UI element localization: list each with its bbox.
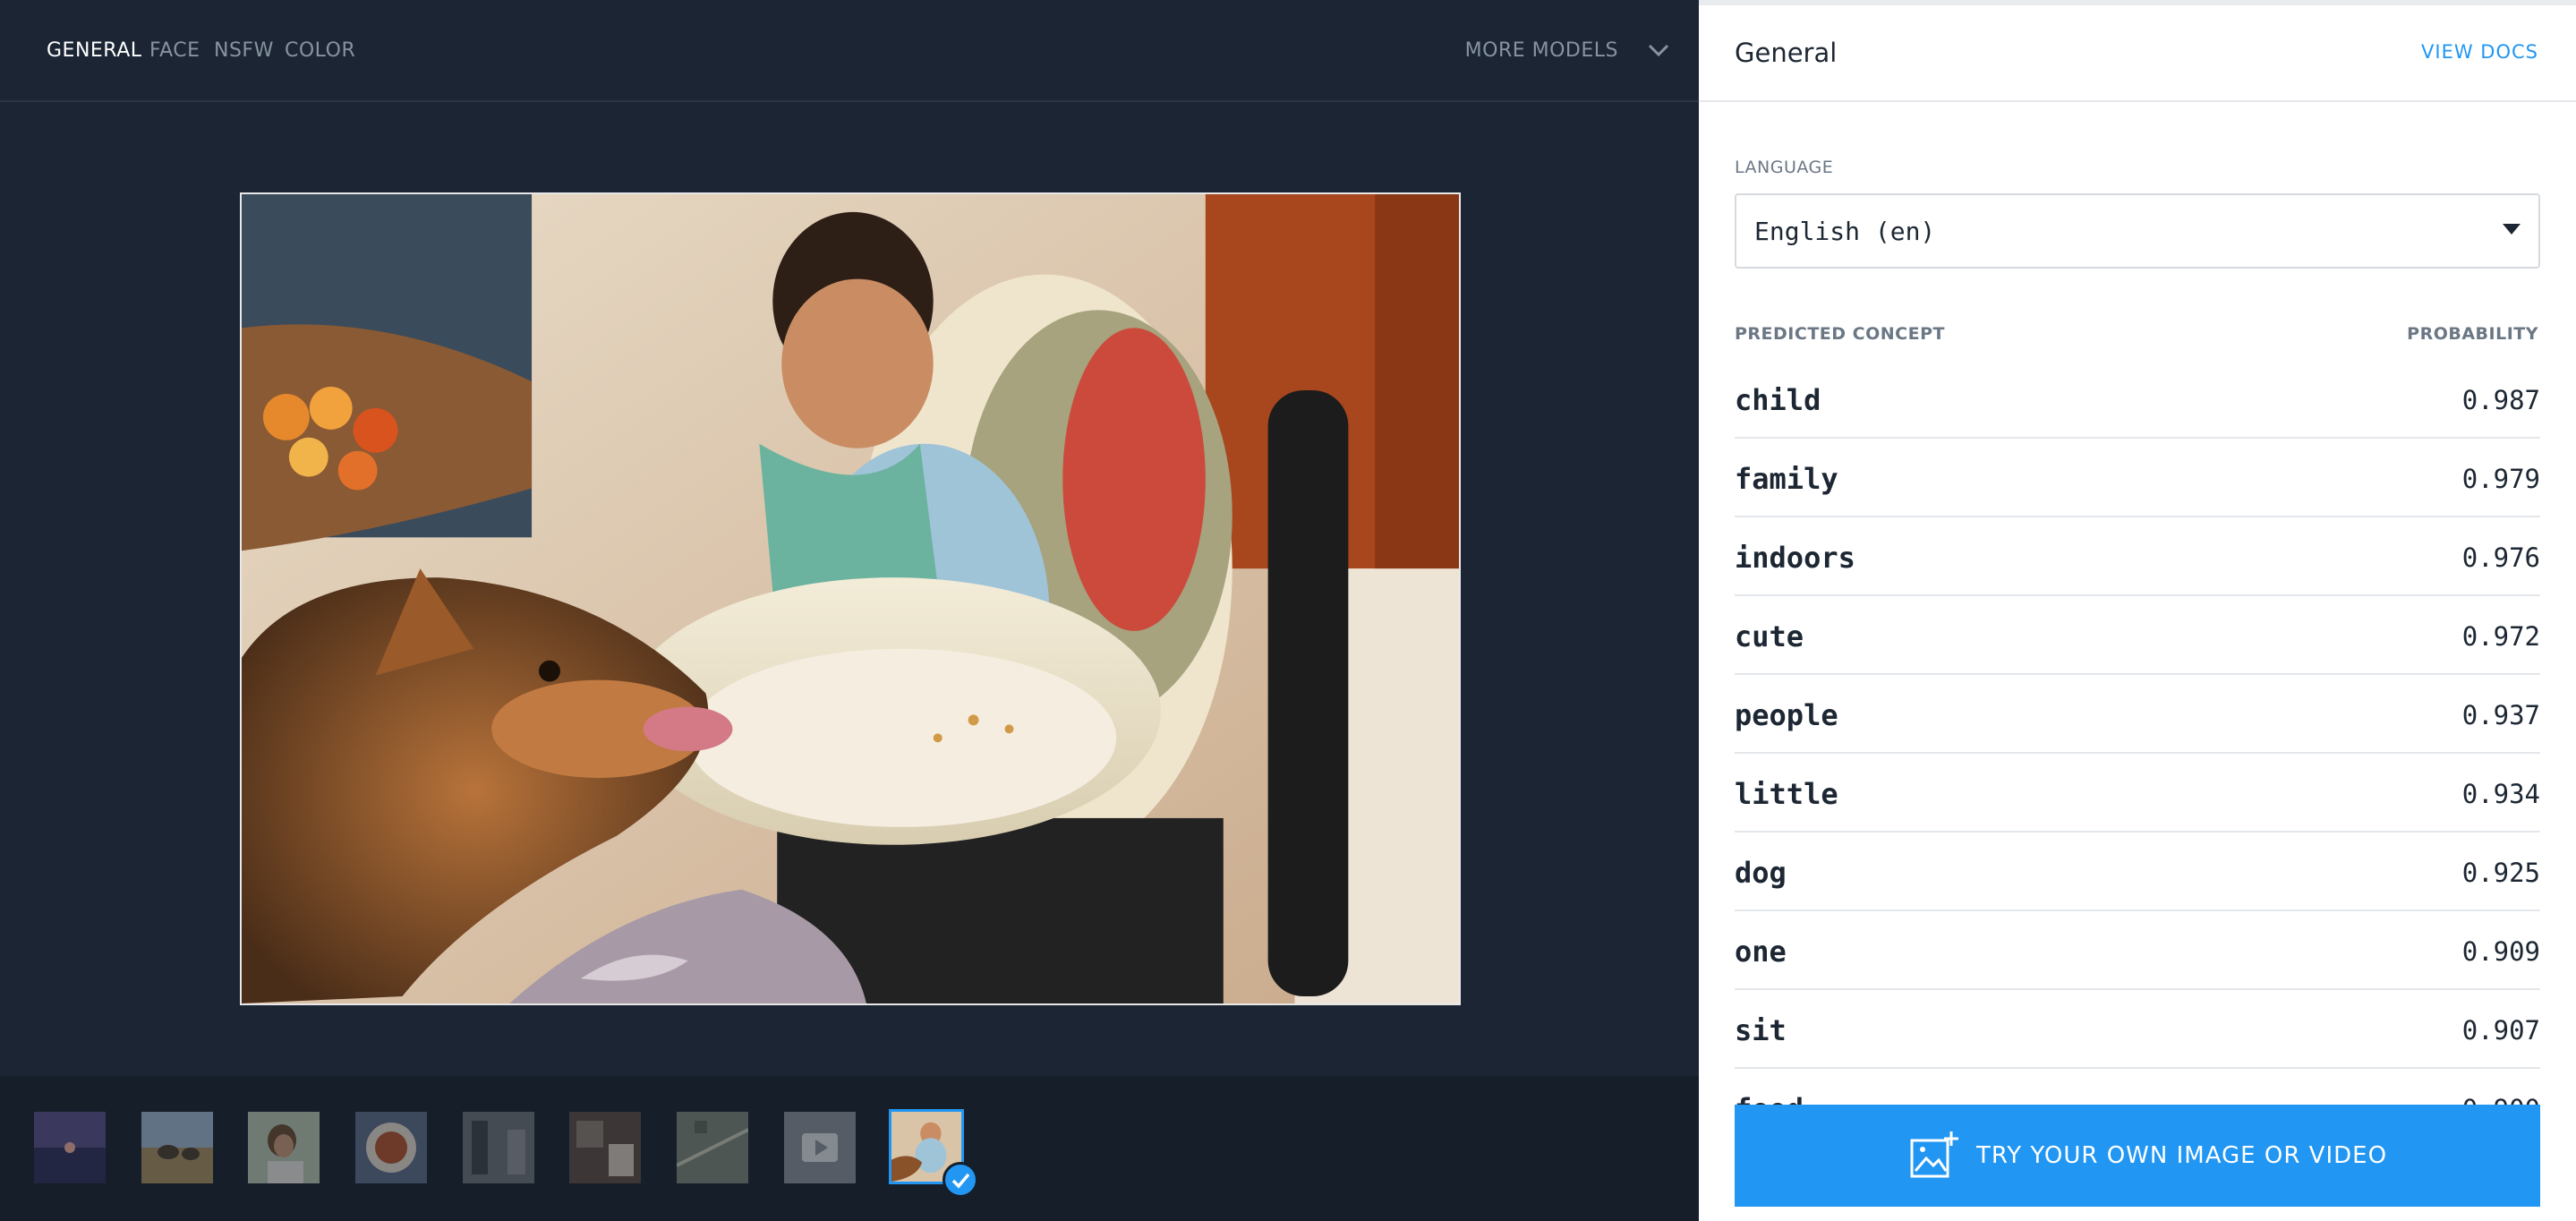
concept-name: cute: [1735, 619, 1804, 653]
table-row: indoors 0.976: [1735, 517, 2540, 596]
concept-name: sit: [1735, 1013, 1787, 1047]
model-tabs-bar: GENERAL FACE NSFW COLOR MORE MODELS: [0, 0, 1699, 102]
thumbnail-food-plate[interactable]: [355, 1112, 427, 1183]
concept-name: child: [1735, 383, 1821, 417]
concept-name: people: [1735, 698, 1838, 732]
concept-name: one: [1735, 935, 1787, 969]
tab-face[interactable]: FACE: [149, 39, 200, 62]
table-row: child 0.987: [1735, 360, 2540, 439]
chevron-down-icon[interactable]: [1645, 38, 1672, 63]
concept-probability: 0.987: [2461, 385, 2540, 415]
column-header-probability: PROBABILITY: [2407, 324, 2538, 344]
thumbnail-woman-portrait[interactable]: [248, 1112, 320, 1183]
add-image-icon: [1910, 1131, 1958, 1178]
language-select[interactable]: English (en): [1735, 193, 2540, 269]
panel-header: General VIEW DOCS: [1699, 5, 2576, 102]
panel-title: General: [1735, 38, 1838, 68]
thumbnail-video[interactable]: [784, 1112, 856, 1183]
concept-probability: 0.907: [2461, 1015, 2540, 1046]
concept-probability: 0.937: [2461, 700, 2540, 730]
check-icon: [943, 1162, 978, 1198]
try-button-label: TRY YOUR OWN IMAGE OR VIDEO: [1976, 1142, 2388, 1169]
table-row: one 0.909: [1735, 911, 2540, 990]
column-header-concept: PREDICTED CONCEPT: [1735, 324, 1945, 344]
concept-name: family: [1735, 462, 1838, 496]
language-value: English (en): [1754, 217, 1936, 246]
concept-probability: 0.934: [2461, 779, 2540, 809]
thumbnail-strip: [0, 1076, 1699, 1221]
concept-list: child 0.987 family 0.979 indoors 0.976 c…: [1735, 360, 2540, 1148]
concept-probability: 0.976: [2461, 542, 2540, 573]
tab-nsfw[interactable]: NSFW: [214, 39, 274, 62]
image-viewer-pane: GENERAL FACE NSFW COLOR MORE MODELS: [0, 0, 1699, 1221]
concept-probability: 0.979: [2461, 464, 2540, 494]
predictions-panel: General VIEW DOCS LANGUAGE English (en) …: [1699, 0, 2576, 1221]
thumbnail-aerial-map[interactable]: [677, 1112, 748, 1183]
table-row: sit 0.907: [1735, 990, 2540, 1069]
thumbnail-sunset-lake[interactable]: [34, 1112, 106, 1183]
table-row: little 0.934: [1735, 754, 2540, 832]
concept-name: little: [1735, 777, 1838, 811]
caret-down-icon: [2503, 224, 2521, 235]
concept-name: dog: [1735, 856, 1787, 890]
try-your-own-button[interactable]: TRY YOUR OWN IMAGE OR VIDEO: [1735, 1105, 2540, 1207]
view-docs-link[interactable]: VIEW DOCS: [2421, 41, 2538, 63]
tab-color[interactable]: COLOR: [285, 39, 355, 62]
language-label: LANGUAGE: [1735, 158, 1834, 177]
table-row: cute 0.972: [1735, 596, 2540, 675]
thumbnail-elephants[interactable]: [141, 1112, 213, 1183]
concept-probability: 0.909: [2461, 936, 2540, 967]
concept-probability: 0.925: [2461, 858, 2540, 888]
table-row: people 0.937: [1735, 675, 2540, 754]
more-models-button[interactable]: MORE MODELS: [1465, 39, 1618, 62]
table-row: family 0.979: [1735, 439, 2540, 517]
thumbnail-bw-street[interactable]: [463, 1112, 534, 1183]
table-row: dog 0.925: [1735, 832, 2540, 911]
concept-probability: 0.972: [2461, 621, 2540, 652]
thumbnail-kitchen[interactable]: [569, 1112, 641, 1183]
concept-name: indoors: [1735, 541, 1855, 575]
tab-general[interactable]: GENERAL: [47, 39, 142, 62]
main-image: [240, 192, 1461, 1005]
child-dog-photo: [242, 194, 1459, 1003]
